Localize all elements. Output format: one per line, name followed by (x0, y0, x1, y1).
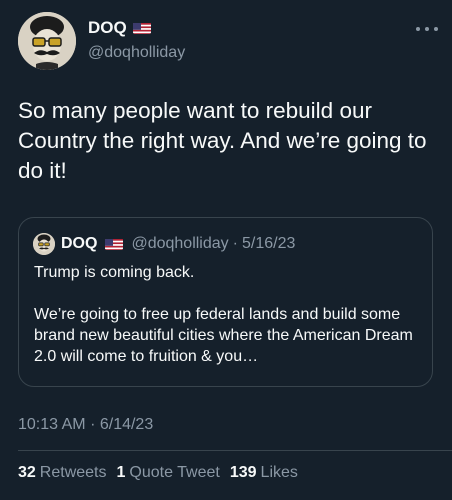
quote-tweets-stat[interactable]: 1 Quote Tweet (117, 464, 220, 482)
likes-label: Likes (260, 464, 298, 481)
quoted-author-handle: @doqholliday (131, 235, 229, 252)
quoted-author-name: DOQ (61, 235, 98, 252)
divider (18, 450, 452, 451)
quoted-tweet[interactable]: DOQ @doqholliday · 5/16/23 Trump is comi… (18, 217, 433, 387)
quoted-tweet-date: 5/16/23 (241, 235, 296, 252)
tweet-timestamp[interactable]: 10:13 AM · 6/14/23 (18, 416, 153, 434)
retweets-count: 32 (18, 464, 36, 481)
author-name[interactable]: DOQ (88, 18, 127, 38)
quoted-tweet-paragraph: We’re going to free up federal lands and… (34, 306, 413, 365)
author-handle[interactable]: @doqholliday (88, 44, 185, 62)
tweet-text: So many people want to rebuild our Count… (18, 98, 427, 183)
likes-count: 139 (229, 464, 257, 481)
tweet-date: 6/14/23 (99, 416, 154, 433)
separator-dot: · (232, 235, 238, 252)
more-options-icon[interactable] (416, 22, 438, 36)
retweets-label: Retweets (39, 464, 107, 481)
retweets-stat[interactable]: 32 Retweets (18, 464, 107, 482)
quoted-tweet-header: DOQ @doqholliday · 5/16/23 (33, 232, 295, 256)
quote-tweets-count: 1 (116, 464, 126, 481)
separator-dot: · (90, 416, 96, 433)
engagement-stats: 32 Retweets 1 Quote Tweet 139 Likes (18, 464, 308, 482)
us-flag-icon (132, 22, 151, 34)
mustache-man-avatar-icon (18, 12, 76, 70)
tweet-time: 10:13 AM (18, 416, 86, 433)
quoted-author-avatar (33, 233, 55, 255)
author-info: DOQ @doqholliday (88, 18, 185, 62)
quote-tweets-label: Quote Tweet (129, 464, 220, 481)
us-flag-icon (105, 238, 124, 250)
quoted-tweet-paragraph: Trump is coming back. (34, 264, 195, 281)
tweet-header: DOQ @doqholliday (18, 12, 438, 70)
mustache-man-avatar-icon (33, 233, 55, 255)
likes-stat[interactable]: 139 Likes (230, 464, 298, 482)
author-avatar[interactable] (18, 12, 76, 70)
quoted-tweet-body: Trump is coming back. We’re going to fre… (34, 262, 424, 367)
